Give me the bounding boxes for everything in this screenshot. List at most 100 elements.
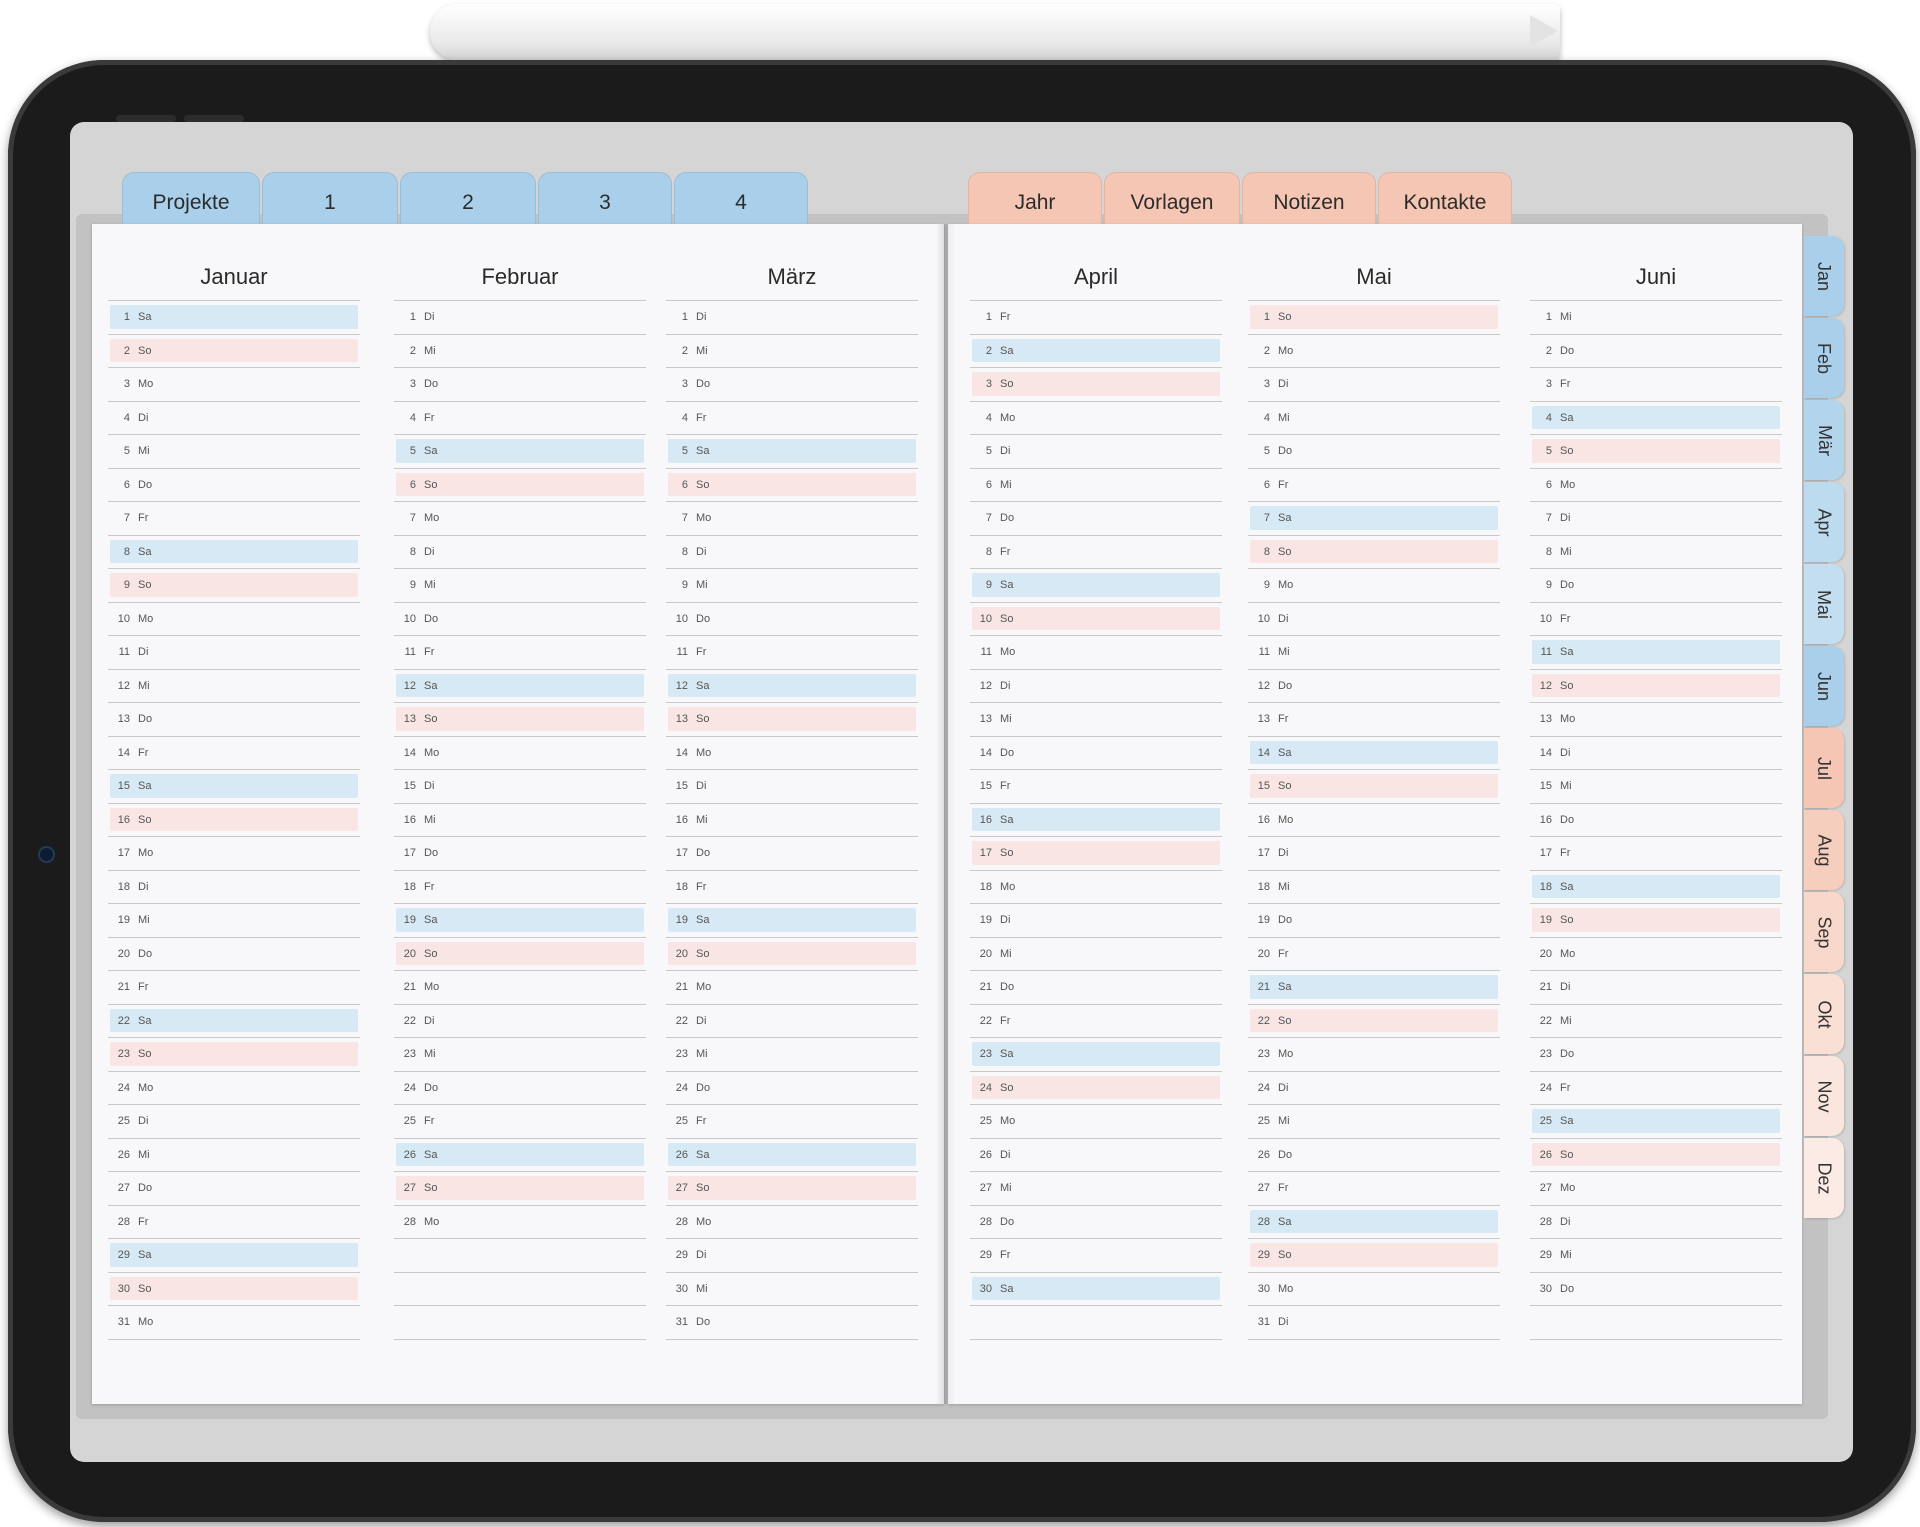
day-row[interactable]: 6 So	[394, 469, 646, 502]
day-row[interactable]: 21 Di	[1530, 971, 1782, 1005]
day-row[interactable]: 11 Fr	[394, 636, 646, 670]
empty-row[interactable]	[1530, 1306, 1782, 1340]
tab-1[interactable]: 1	[262, 172, 398, 224]
day-row[interactable]: 29 So	[1248, 1239, 1500, 1273]
day-row[interactable]: 21 Mo	[394, 971, 646, 1005]
day-row[interactable]: 5 Sa	[394, 435, 646, 469]
day-row[interactable]: 2 Sa	[970, 335, 1222, 368]
tab-projekte[interactable]: Projekte	[122, 172, 260, 224]
day-row[interactable]: 2 Mi	[666, 335, 918, 368]
day-row[interactable]: 6 Mo	[1530, 469, 1782, 502]
day-row[interactable]: 26 So	[1530, 1139, 1782, 1172]
day-row[interactable]: 4 Di	[108, 402, 360, 435]
day-row[interactable]: 8 Di	[666, 536, 918, 569]
day-row[interactable]: 5 Mi	[108, 435, 360, 469]
day-row[interactable]: 9 Sa	[970, 569, 1222, 603]
day-row[interactable]: 18 Fr	[394, 871, 646, 904]
side-tab-nov[interactable]: Nov	[1804, 1056, 1844, 1136]
day-row[interactable]: 9 Do	[1530, 569, 1782, 603]
day-row[interactable]: 20 Fr	[1248, 938, 1500, 971]
day-row[interactable]: 4 Mo	[970, 402, 1222, 435]
day-row[interactable]: 11 Sa	[1530, 636, 1782, 670]
day-row[interactable]: 13 Do	[108, 703, 360, 737]
day-row[interactable]: 5 So	[1530, 435, 1782, 469]
day-row[interactable]: 16 Mi	[666, 804, 918, 837]
day-row[interactable]: 24 Fr	[1530, 1072, 1782, 1105]
day-row[interactable]: 26 Sa	[666, 1139, 918, 1172]
day-row[interactable]: 15 So	[1248, 770, 1500, 804]
day-row[interactable]: 22 Fr	[970, 1005, 1222, 1038]
day-row[interactable]: 1 Fr	[970, 301, 1222, 335]
day-row[interactable]: 8 Sa	[108, 536, 360, 569]
tab-jahr[interactable]: Jahr	[968, 172, 1102, 224]
day-row[interactable]: 20 Do	[108, 938, 360, 971]
day-row[interactable]: 9 Mo	[1248, 569, 1500, 603]
day-row[interactable]: 13 So	[394, 703, 646, 737]
day-row[interactable]: 17 So	[970, 837, 1222, 871]
day-row[interactable]: 10 Fr	[1530, 603, 1782, 636]
day-row[interactable]: 19 Sa	[666, 904, 918, 938]
day-row[interactable]: 30 So	[108, 1273, 360, 1306]
day-row[interactable]: 24 Mo	[108, 1072, 360, 1105]
day-row[interactable]: 6 Mi	[970, 469, 1222, 502]
day-row[interactable]: 12 Do	[1248, 670, 1500, 703]
day-row[interactable]: 29 Fr	[970, 1239, 1222, 1273]
day-row[interactable]: 10 Do	[394, 603, 646, 636]
empty-row[interactable]	[394, 1273, 646, 1306]
day-row[interactable]: 24 Di	[1248, 1072, 1500, 1105]
day-row[interactable]: 18 Mo	[970, 871, 1222, 904]
day-row[interactable]: 22 Di	[666, 1005, 918, 1038]
side-tab-jan[interactable]: Jan	[1804, 236, 1844, 316]
day-row[interactable]: 13 Mi	[970, 703, 1222, 737]
day-row[interactable]: 12 Sa	[394, 670, 646, 703]
day-row[interactable]: 9 So	[108, 569, 360, 603]
tab-notizen[interactable]: Notizen	[1242, 172, 1376, 224]
day-row[interactable]: 14 Fr	[108, 737, 360, 770]
day-row[interactable]: 6 Fr	[1248, 469, 1500, 502]
day-row[interactable]: 5 Do	[1248, 435, 1500, 469]
day-row[interactable]: 30 Mi	[666, 1273, 918, 1306]
tab-2[interactable]: 2	[400, 172, 536, 224]
day-row[interactable]: 15 Mi	[1530, 770, 1782, 804]
day-row[interactable]: 22 Mi	[1530, 1005, 1782, 1038]
day-row[interactable]: 2 Mo	[1248, 335, 1500, 368]
day-row[interactable]: 28 Di	[1530, 1206, 1782, 1239]
day-row[interactable]: 14 Sa	[1248, 737, 1500, 770]
day-row[interactable]: 11 Mi	[1248, 636, 1500, 670]
day-row[interactable]: 25 Sa	[1530, 1105, 1782, 1139]
day-row[interactable]: 19 Di	[970, 904, 1222, 938]
day-row[interactable]: 11 Fr	[666, 636, 918, 670]
day-row[interactable]: 14 Do	[970, 737, 1222, 770]
day-row[interactable]: 27 Mo	[1530, 1172, 1782, 1206]
day-row[interactable]: 3 So	[970, 368, 1222, 402]
day-row[interactable]: 7 Do	[970, 502, 1222, 536]
day-row[interactable]: 15 Di	[394, 770, 646, 804]
day-row[interactable]: 25 Mo	[970, 1105, 1222, 1139]
side-tab-dez[interactable]: Dez	[1804, 1138, 1844, 1218]
day-row[interactable]: 29 Mi	[1530, 1239, 1782, 1273]
day-row[interactable]: 17 Do	[666, 837, 918, 871]
day-row[interactable]: 14 Di	[1530, 737, 1782, 770]
day-row[interactable]: 15 Di	[666, 770, 918, 804]
day-row[interactable]: 18 Sa	[1530, 871, 1782, 904]
day-row[interactable]: 5 Di	[970, 435, 1222, 469]
day-row[interactable]: 24 Do	[394, 1072, 646, 1105]
empty-row[interactable]	[394, 1306, 646, 1340]
day-row[interactable]: 23 Sa	[970, 1038, 1222, 1072]
day-row[interactable]: 27 So	[394, 1172, 646, 1206]
day-row[interactable]: 20 Mo	[1530, 938, 1782, 971]
tab-4[interactable]: 4	[674, 172, 808, 224]
day-row[interactable]: 25 Di	[108, 1105, 360, 1139]
day-row[interactable]: 25 Fr	[394, 1105, 646, 1139]
day-row[interactable]: 1 So	[1248, 301, 1500, 335]
side-tab-aug[interactable]: Aug	[1804, 810, 1844, 890]
day-row[interactable]: 21 Do	[970, 971, 1222, 1005]
day-row[interactable]: 6 So	[666, 469, 918, 502]
day-row[interactable]: 25 Mi	[1248, 1105, 1500, 1139]
day-row[interactable]: 15 Sa	[108, 770, 360, 804]
day-row[interactable]: 27 So	[666, 1172, 918, 1206]
day-row[interactable]: 19 Sa	[394, 904, 646, 938]
day-row[interactable]: 28 Mo	[394, 1206, 646, 1239]
day-row[interactable]: 19 Do	[1248, 904, 1500, 938]
day-row[interactable]: 13 Fr	[1248, 703, 1500, 737]
